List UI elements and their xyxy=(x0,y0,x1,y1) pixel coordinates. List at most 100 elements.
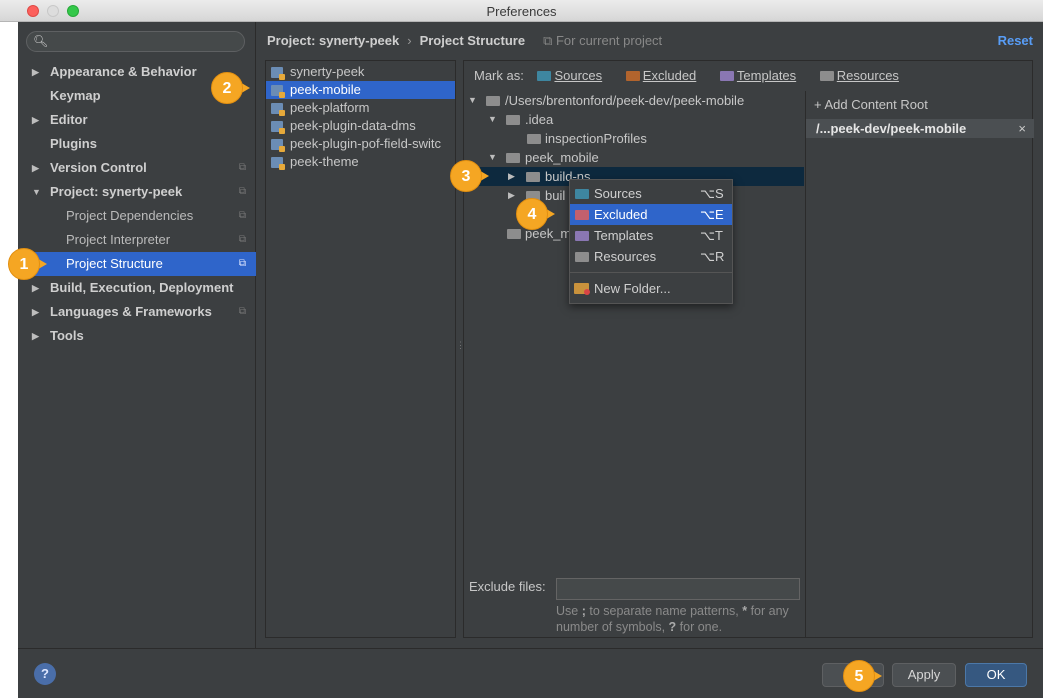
breadcrumb: Project: synerty-peek › Project Structure ⧉… xyxy=(267,33,662,49)
tree-node-inspection-profiles[interactable]: inspectionProfiles xyxy=(464,129,804,148)
resources-folder-icon xyxy=(819,71,834,81)
modules-list: synerty-peek peek-mobile peek-platform p… xyxy=(265,60,456,638)
sidebar-item-project-interpreter[interactable]: Project Interpreter ⧉ xyxy=(18,228,256,252)
expand-arrow-icon: ▶ xyxy=(32,115,39,125)
module-icon xyxy=(271,157,285,170)
folder-icon xyxy=(507,229,521,239)
folder-icon xyxy=(506,115,520,125)
window-title: Preferences xyxy=(486,4,557,19)
content-roots-panel: + Add Content Root /...peek-dev/peek-mob… xyxy=(805,91,1034,637)
module-item-peek-platform[interactable]: peek-platform xyxy=(266,99,455,117)
tree-node-idea[interactable]: ▼ .idea xyxy=(464,110,804,129)
module-item-peek-theme[interactable]: peek-theme xyxy=(266,153,455,171)
tree-node-label: peek_mobile xyxy=(525,150,599,165)
expand-arrow-icon: ▶ xyxy=(32,331,39,341)
sidebar-item-label: Project Dependencies xyxy=(66,208,194,223)
module-icon xyxy=(271,121,285,134)
mark-as-toolbar: Mark as: Sources Excluded Templates Reso… xyxy=(474,68,919,83)
copy-icon: ⧉ xyxy=(543,33,556,48)
menu-item-label: Excluded xyxy=(594,207,648,222)
folder-icon xyxy=(486,96,500,106)
menu-item-resources[interactable]: Resources ⌥R xyxy=(570,246,732,267)
module-item-peek-mobile[interactable]: peek-mobile xyxy=(266,81,455,99)
collapse-arrow-icon: ▼ xyxy=(32,187,41,197)
tree-node-label: inspectionProfiles xyxy=(545,131,647,146)
menu-item-label: New Folder... xyxy=(594,281,671,296)
callout-number: 2 xyxy=(211,72,243,104)
breadcrumb-page: Project Structure xyxy=(419,33,526,48)
copy-icon: ⧉ xyxy=(238,162,246,173)
module-item-peek-plugin-data-dms[interactable]: peek-plugin-data-dms xyxy=(266,117,455,135)
sidebar-item-label: Build, Execution, Deployment xyxy=(50,280,234,295)
module-icon xyxy=(271,85,285,98)
callout-number: 4 xyxy=(516,198,548,230)
sidebar-item-label: Project Interpreter xyxy=(66,232,171,247)
sidebar-item-plugins[interactable]: Plugins xyxy=(18,132,256,156)
expand-arrow-icon: ▶ xyxy=(32,163,39,173)
mark-templates-label: Templates xyxy=(736,68,797,83)
menu-item-new-folder[interactable]: New Folder... xyxy=(570,278,732,299)
title-bar: Preferences xyxy=(0,0,1043,22)
exclude-files-label: Exclude files: xyxy=(469,579,546,594)
apply-button[interactable]: Apply xyxy=(892,663,956,687)
sidebar-item-tools[interactable]: ▶ Tools xyxy=(18,324,256,348)
breadcrumb-project: Project: synerty-peek xyxy=(267,33,400,48)
folder-icon xyxy=(527,134,541,144)
sidebar-item-editor[interactable]: ▶ Editor xyxy=(18,108,256,132)
menu-item-excluded[interactable]: Excluded ⌥E xyxy=(570,204,732,225)
sidebar-item-label: Project Structure xyxy=(66,256,163,271)
menu-item-templates[interactable]: Templates ⌥T xyxy=(570,225,732,246)
expand-arrow-icon[interactable]: ▶ xyxy=(508,186,515,205)
expand-arrow-icon: ▶ xyxy=(32,67,39,77)
menu-divider xyxy=(570,272,732,273)
sidebar-item-project-structure[interactable]: Project Structure ⧉ xyxy=(18,252,256,276)
mark-sources-button[interactable]: Sources xyxy=(537,68,612,83)
mark-sources-label: Sources xyxy=(554,68,603,83)
excluded-folder-icon xyxy=(625,71,640,81)
collapse-arrow-icon[interactable]: ▼ xyxy=(468,91,477,110)
settings-sidebar: 🔍︎ ▶ Appearance & Behavior Keymap ▶ Editor… xyxy=(18,22,256,648)
copy-icon: ⧉ xyxy=(238,258,246,269)
ok-button[interactable]: OK xyxy=(965,663,1027,687)
tree-node-root[interactable]: ▼ /Users/brentonford/peek-dev/peek-mobile xyxy=(464,91,804,110)
module-icon xyxy=(271,139,285,152)
mark-resources-label: Resources xyxy=(836,68,899,83)
sources-folder-icon xyxy=(575,189,589,199)
callout-number: 1 xyxy=(8,248,40,280)
add-content-root-button[interactable]: + Add Content Root xyxy=(814,97,928,112)
sidebar-item-project-dependencies[interactable]: Project Dependencies ⧉ xyxy=(18,204,256,228)
sidebar-item-build[interactable]: ▶ Build, Execution, Deployment xyxy=(18,276,256,300)
exclude-files-input[interactable] xyxy=(556,578,800,600)
templates-folder-icon xyxy=(575,231,589,241)
new-folder-icon xyxy=(574,283,590,295)
mark-as-context-menu: Sources ⌥S Excluded ⌥E Templates ⌥T Resourc… xyxy=(569,179,733,304)
hint-text: Use xyxy=(556,604,582,618)
sidebar-item-label: Editor xyxy=(50,112,88,127)
sidebar-item-version-control[interactable]: ▶ Version Control ⧉ xyxy=(18,156,256,180)
sidebar-item-project[interactable]: ▼ Project: synerty-peek ⧉ xyxy=(18,180,256,204)
module-label: synerty-peek xyxy=(290,64,365,79)
expand-arrow-icon: ▶ xyxy=(32,307,39,317)
mark-excluded-button[interactable]: Excluded xyxy=(625,68,706,83)
remove-root-icon[interactable]: × xyxy=(1018,119,1026,138)
scope-label: ⧉ For current project xyxy=(543,33,662,48)
mark-resources-button[interactable]: Resources xyxy=(819,68,909,83)
expand-arrow-icon[interactable]: ▶ xyxy=(508,167,515,186)
collapse-arrow-icon[interactable]: ▼ xyxy=(488,148,497,167)
settings-search-input[interactable]: 🔍︎ xyxy=(26,31,245,52)
help-button[interactable]: ? xyxy=(34,663,56,685)
shortcut-label: ⌥S xyxy=(700,186,724,201)
content-root-item[interactable]: /...peek-dev/peek-mobile × xyxy=(806,119,1034,138)
module-item-synerty-peek[interactable]: synerty-peek xyxy=(266,63,455,81)
tree-node-peek-mobile[interactable]: ▼ peek_mobile xyxy=(464,148,804,167)
shortcut-label: ⌥E xyxy=(700,207,724,222)
collapse-arrow-icon[interactable]: ▼ xyxy=(488,110,497,129)
module-item-peek-plugin-pof[interactable]: peek-plugin-pof-field-switc xyxy=(266,135,455,153)
mark-templates-button[interactable]: Templates xyxy=(719,68,806,83)
callout-4: 4 xyxy=(516,198,555,230)
sources-folder-icon xyxy=(537,71,552,81)
reset-link[interactable]: Reset xyxy=(998,33,1033,48)
menu-item-sources[interactable]: Sources ⌥S xyxy=(570,183,732,204)
callout-3: 3 xyxy=(450,160,489,192)
sidebar-item-languages[interactable]: ▶ Languages & Frameworks ⧉ xyxy=(18,300,256,324)
